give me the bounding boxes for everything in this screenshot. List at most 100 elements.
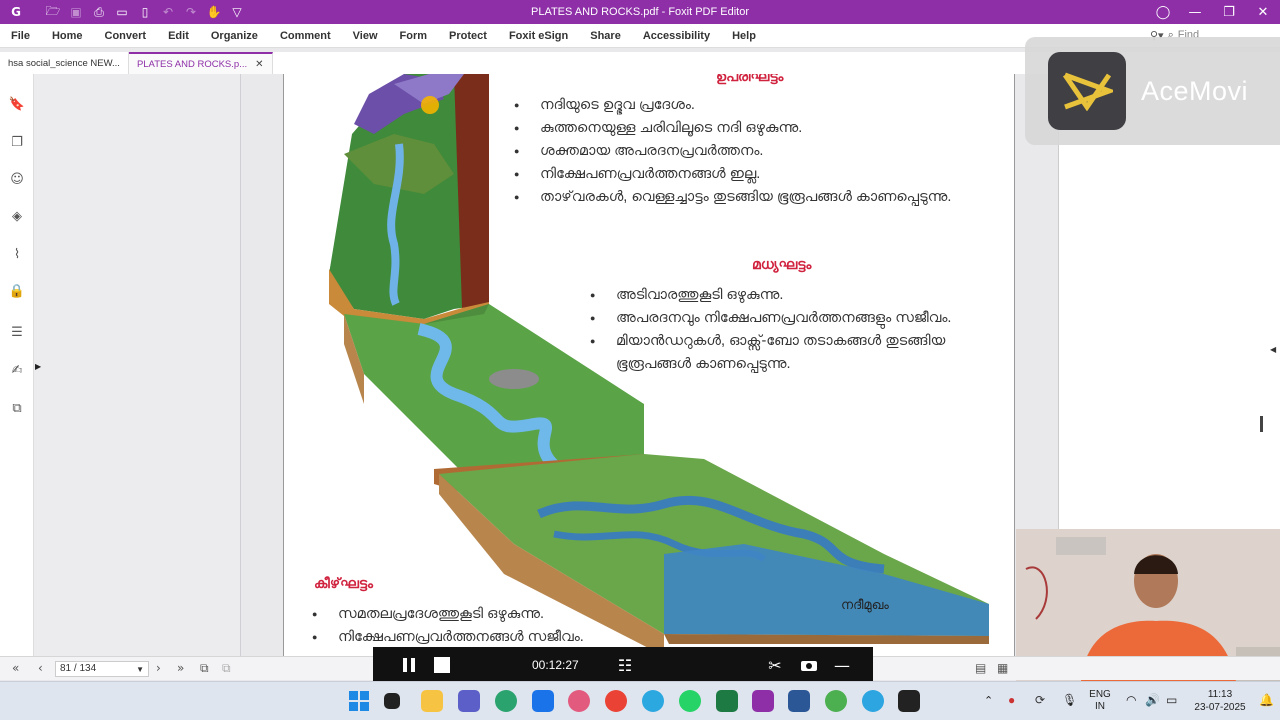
list-item: കുത്തനെയുള്ള ചരിവിലൂടെ നദി ഒഴുകുന്നു. [514,117,951,140]
battery-icon[interactable]: ▭ [1166,693,1177,707]
scroll-thumb[interactable] [1260,416,1263,432]
menu-comment[interactable]: Comment [280,30,331,42]
layers-icon[interactable]: ◈ [9,208,25,224]
telegram-icon[interactable] [862,690,884,712]
next-page-icon[interactable]: › [156,661,161,675]
language-code: ENG [1089,689,1111,700]
recorder-menu-icon[interactable]: ☷ [615,655,635,675]
undo-icon[interactable]: ↶ [160,4,176,20]
recording-timer: 00:12:27 [532,658,579,672]
menu-edit[interactable]: Edit [168,30,189,42]
page-number-value: 81 / 134 [60,663,97,674]
menu-share[interactable]: Share [590,30,621,42]
list-item: താഴ്‌വരകൾ, വെള്ളച്ചാട്ടം തുടങ്ങിയ ഭൂരൂപങ… [514,186,951,209]
menu-file[interactable]: File [11,30,30,42]
close-button[interactable]: ✕ [1246,0,1280,24]
file-explorer-icon[interactable] [421,690,443,712]
stop-recording-icon[interactable] [432,655,452,675]
foxit-logo-icon[interactable]: G [8,4,24,20]
minimize-button[interactable]: — [1178,0,1212,24]
lower-course-list: സമതലപ്രദേശത്തുകൂടി ഒഴുകുന്നു. നിക്ഷേപണപ്… [312,603,584,649]
list-item: നിക്ഷേപണപ്രവർത്തനങ്ങൾ സജീവം. [312,626,584,649]
menu-home[interactable]: Home [52,30,83,42]
chevron-down-icon[interactable]: ▼ [136,665,144,674]
show-hidden-icons-icon[interactable]: ⌃ [984,694,993,707]
clock-date: 23-07-2025 [1194,702,1246,713]
menu-convert[interactable]: Convert [105,30,147,42]
signature-icon[interactable]: ✍ [9,362,25,378]
view-mode-icon[interactable]: ⧉ [200,661,209,676]
chrome-icon[interactable] [605,690,627,712]
photos-icon[interactable] [568,690,590,712]
menu-help[interactable]: Help [732,30,756,42]
clock[interactable]: 11:13 23-07-2025 [1190,688,1250,714]
acemovi-text: AceMovi [1141,75,1249,106]
tab-plates-and-rocks[interactable]: PLATES AND ROCKS.p... ✕ [128,52,273,74]
chrome-profile-icon[interactable] [825,690,847,712]
previous-page-icon[interactable]: ‹ [38,661,43,675]
menu-accessibility[interactable]: Accessibility [643,30,710,42]
create-pdf-icon[interactable]: ▭ [114,4,130,20]
list-item: മിയാൻഡറുകൾ, ഓക്സ്-ബോ തടാകങ്ങൾ തുടങ്ങിയ ഭ… [590,330,1010,376]
account-icon[interactable]: ◯ [1148,0,1178,24]
minimize-recorder-icon[interactable]: — [832,655,852,675]
sync-icon[interactable]: ⟳ [1035,693,1045,707]
compare-icon[interactable]: ⧉ [9,400,25,416]
excel-icon[interactable] [716,690,738,712]
save-icon[interactable]: ▣ [68,4,84,20]
upper-course-list: നദിയുടെ ഉദ്ഭവ പ്രദേശം. കുത്തനെയുള്ള ചരിവ… [514,94,951,209]
weather-icon[interactable] [642,690,664,712]
hand-tool-icon[interactable]: ✋ [206,4,222,20]
volume-icon[interactable]: 🔊 [1145,693,1160,707]
first-page-icon[interactable]: « [12,661,19,675]
new-document-icon[interactable]: ▯ [137,4,153,20]
open-folder-icon[interactable]: 🗁 [45,4,61,20]
teams-icon[interactable] [458,690,480,712]
microphone-icon[interactable]: 🎙 [1062,693,1077,707]
taskview-icon[interactable] [384,693,400,709]
screenshot-icon[interactable] [799,655,819,675]
bookmark-icon[interactable]: 🔖 [9,96,25,112]
view-mode-alt-icon[interactable]: ⧉ [222,661,231,676]
single-page-icon[interactable]: ▤ [975,661,986,675]
navigation-panel [34,74,241,656]
word-icon[interactable] [788,690,810,712]
page-number-input[interactable]: 81 / 134 ▼ [55,661,149,677]
pages-icon[interactable]: ❐ [9,134,25,150]
language-indicator[interactable]: ENG IN [1088,689,1112,713]
tab-hsa-social-science[interactable]: hsa social_science NEW... [0,52,129,74]
acemovi-taskbar-icon[interactable] [898,690,920,712]
menu-form[interactable]: Form [400,30,428,42]
menu-view[interactable]: View [353,30,378,42]
edge-icon[interactable] [495,690,517,712]
last-page-icon[interactable]: » [177,661,184,675]
windows-start-icon[interactable] [348,690,370,712]
outlook-icon[interactable] [532,690,554,712]
menu-organize[interactable]: Organize [211,30,258,42]
menu-foxit-esign[interactable]: Foxit eSign [509,30,568,42]
wifi-icon[interactable]: ◠ [1126,693,1136,707]
close-tab-icon[interactable]: ✕ [255,59,263,70]
expand-panel-icon[interactable]: ▶ [35,362,41,371]
whatsapp-icon[interactable] [679,690,701,712]
continuous-page-icon[interactable]: ▦ [997,661,1008,675]
content-icon[interactable]: ☰ [9,324,25,340]
screen-recorder-toolbar: 00:12:27 ☷ ✂ — [373,647,873,683]
comments-icon[interactable]: ☺ [9,171,25,187]
redo-icon[interactable]: ↷ [183,4,199,20]
tray-app-icon[interactable]: ● [1008,693,1015,707]
menu-protect[interactable]: Protect [449,30,487,42]
pdf-page: ഉപരിഘട്ടം നദിയുടെ ഉദ്ഭവ പ്രദേശം. കുത്തനെ… [283,74,1015,656]
pause-recording-icon[interactable] [399,655,419,675]
maximize-button[interactable]: ❐ [1212,0,1246,24]
quick-access-toolbar: G 🗁 ▣ ⎙ ▭ ▯ ↶ ↷ ✋ ▽ [0,0,245,24]
collapse-right-panel-icon[interactable]: ◀ [1270,345,1276,354]
security-icon[interactable]: 🔒 [9,283,25,299]
notifications-icon[interactable]: 🔔 [1259,693,1274,707]
foxit-taskbar-icon[interactable] [752,690,774,712]
attachment-icon[interactable]: ⌇ [9,246,25,262]
delta-label: നദീമുഖം [841,597,889,612]
cut-icon[interactable]: ✂ [765,655,785,675]
customize-dropdown-icon[interactable]: ▽ [229,4,245,20]
print-icon[interactable]: ⎙ [91,4,107,20]
